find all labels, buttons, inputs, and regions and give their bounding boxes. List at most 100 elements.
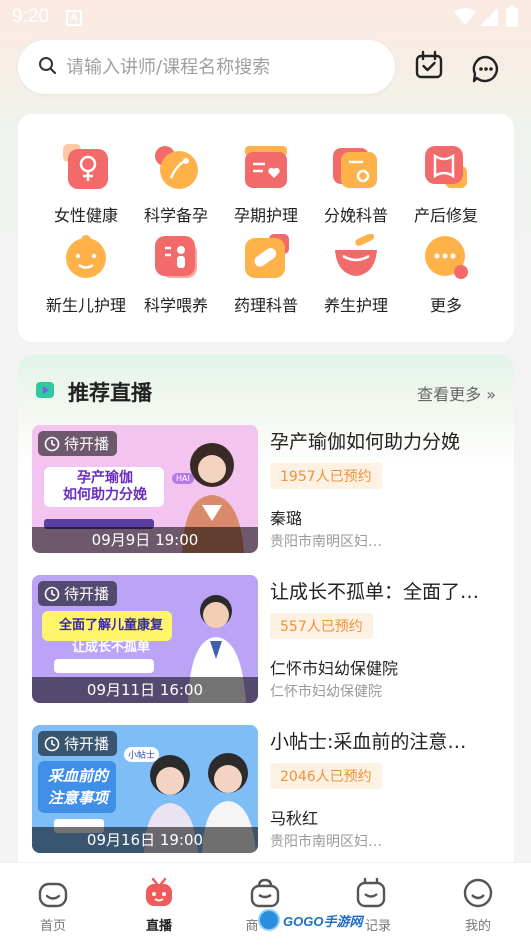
- nav-label: 直播: [145, 919, 172, 934]
- category-pregnancy-care[interactable]: 孕期护理: [220, 144, 312, 226]
- female-icon: [63, 144, 108, 189]
- nav-live[interactable]: 直播: [119, 877, 199, 934]
- feeding-icon: [155, 236, 197, 278]
- signal-icon: [480, 8, 498, 26]
- live-start-time: 09月9日 19:00: [32, 527, 258, 553]
- thumbnail-text: 全面了解儿童康复 让成长不孤单: [46, 615, 176, 659]
- pill-icon: [245, 234, 289, 278]
- badge-label: 待开播: [64, 585, 110, 603]
- wellness-bowl-icon: [335, 233, 377, 276]
- profile-smile-icon: [463, 878, 493, 908]
- category-label: 分娩科普: [323, 206, 388, 225]
- live-start-time: 09月16日 19:00: [32, 827, 258, 853]
- search-icon: [39, 57, 57, 75]
- live-card[interactable]: 全面了解儿童康复 让成长不孤单 待开播 09月11日 16:00 让成长不孤单：…: [32, 575, 508, 703]
- organization: 仁怀市妇幼保健院: [270, 684, 382, 700]
- battery-icon: [506, 5, 518, 27]
- organization: 贵阳市南明区妇…: [270, 534, 382, 550]
- thumbnail-line-1: 全面了解儿童康复: [58, 618, 163, 633]
- category-wellness[interactable]: 养生护理: [310, 233, 402, 316]
- pregnancy-care-icon: [245, 146, 287, 188]
- view-more-link[interactable]: 查看更多 »: [417, 381, 496, 405]
- thumbnail-line-2: 让成长不孤单: [71, 640, 150, 655]
- category-label: 养生护理: [323, 296, 388, 315]
- thumbnail-line-2: 注意事项: [47, 789, 108, 807]
- watermark-logo-icon: [258, 909, 280, 931]
- reservation-count: 1957人已预约: [270, 463, 382, 489]
- live-thumbnail[interactable]: 采血前的 注意事项 小帖士 待开播 09月16日 19:00: [32, 725, 258, 853]
- category-pharmacology[interactable]: 药理科普: [220, 234, 312, 316]
- category-label: 科学喂养: [143, 296, 208, 315]
- thumbnail-tag: HAI: [172, 473, 194, 484]
- teacher-name: 马秋红: [270, 809, 319, 828]
- nav-profile[interactable]: 我的: [438, 877, 518, 934]
- nav-label: 我的: [464, 919, 491, 934]
- reservation-count: 557人已预约: [270, 613, 373, 639]
- clock-icon: [44, 736, 60, 751]
- nav-home[interactable]: 首页: [13, 877, 93, 934]
- thumbnail-line-1: 孕产瑜伽: [77, 470, 133, 486]
- live-play-icon: [36, 382, 54, 398]
- category-female-health[interactable]: 女性健康: [40, 144, 132, 226]
- thumbnail-line-2: 如何助力分娩: [63, 487, 147, 503]
- live-start-time: 09月11日 16:00: [32, 677, 258, 703]
- status-bar: 9:20 A: [0, 0, 531, 36]
- live-thumbnail[interactable]: 全面了解儿童康复 让成长不孤单 待开播 09月11日 16:00: [32, 575, 258, 703]
- double-chevron-right-icon: »: [486, 385, 496, 404]
- category-label: 科学备孕: [143, 206, 208, 225]
- live-tv-icon: [146, 877, 172, 906]
- thumbnail-text: 孕产瑜伽 如何助力分娩: [50, 470, 160, 504]
- clock-icon: [44, 586, 60, 601]
- notification-a-icon: A: [66, 10, 82, 26]
- thumbnail-tag: 小帖士: [124, 747, 160, 762]
- teacher-name: 仁怀市妇幼保健院: [270, 659, 399, 678]
- category-more[interactable]: 更多: [400, 234, 492, 316]
- category-label: 女性健康: [53, 206, 118, 225]
- live-card[interactable]: 采血前的 注意事项 小帖士 待开播 09月16日 19:00 小帖士:采血前的注…: [32, 725, 508, 853]
- newborn-icon: [66, 235, 106, 278]
- category-childbirth[interactable]: 分娩科普: [310, 144, 402, 226]
- search-input[interactable]: [66, 50, 386, 84]
- live-section: 推荐直播 查看更多 » 孕产瑜伽 如何助力分娩 HAI 待开播 09月9日 19…: [18, 355, 514, 875]
- category-label: 药理科普: [233, 296, 298, 315]
- nav-label: 首页: [39, 919, 66, 934]
- watermark: GOGO手游网: [258, 905, 362, 935]
- status-badge: 待开播: [38, 731, 118, 756]
- category-label: 孕期护理: [233, 206, 298, 225]
- pregnancy-prep-icon: [155, 146, 198, 189]
- teacher-name: 秦璐: [270, 509, 303, 528]
- calendar-check-icon[interactable]: [414, 50, 444, 80]
- home-icon: [38, 882, 68, 908]
- live-title[interactable]: 让成长不孤单：全面了…: [270, 577, 502, 604]
- status-badge: 待开播: [38, 581, 118, 606]
- live-card[interactable]: 孕产瑜伽 如何助力分娩 HAI 待开播 09月9日 19:00 孕产瑜伽如何助力…: [32, 425, 508, 553]
- status-time: 9:20: [12, 6, 49, 27]
- reservation-count: 2046人已预约: [270, 763, 382, 789]
- category-newborn[interactable]: 新生儿护理: [40, 234, 132, 316]
- live-title[interactable]: 小帖士:采血前的注意…: [270, 727, 502, 754]
- more-icon: [425, 236, 468, 279]
- thumbnail-text: 采血前的 注意事项: [40, 765, 116, 809]
- live-thumbnail[interactable]: 孕产瑜伽 如何助力分娩 HAI 待开播 09月9日 19:00: [32, 425, 258, 553]
- badge-label: 待开播: [64, 435, 110, 453]
- badge-label: 待开播: [64, 735, 110, 753]
- category-label: 新生儿护理: [45, 296, 126, 315]
- status-badge: 待开播: [38, 431, 118, 456]
- category-label: 更多: [429, 296, 462, 315]
- category-postpartum[interactable]: 产后修复: [400, 144, 492, 226]
- postpartum-icon: [425, 146, 467, 188]
- live-section-header: 推荐直播 查看更多 »: [18, 373, 514, 409]
- clock-icon: [44, 436, 60, 451]
- thumbnail-line-1: 采血前的: [47, 767, 108, 785]
- section-title: 推荐直播: [68, 381, 152, 405]
- category-feeding[interactable]: 科学喂养: [130, 234, 222, 316]
- category-pregnancy-prep[interactable]: 科学备孕: [130, 144, 222, 226]
- organization: 贵阳市南明区妇…: [270, 834, 382, 850]
- childbirth-icon: [333, 148, 377, 188]
- message-bubble-icon[interactable]: [471, 54, 501, 84]
- search-bar[interactable]: [18, 40, 395, 94]
- wifi-icon: [454, 8, 476, 25]
- view-more-label: 查看更多: [417, 385, 482, 404]
- live-title[interactable]: 孕产瑜伽如何助力分娩: [270, 427, 502, 454]
- category-grid: 女性健康 科学备孕 孕期护理 分娩科普 产后修复 新生儿护理 科学喂养 药理科普…: [18, 114, 514, 342]
